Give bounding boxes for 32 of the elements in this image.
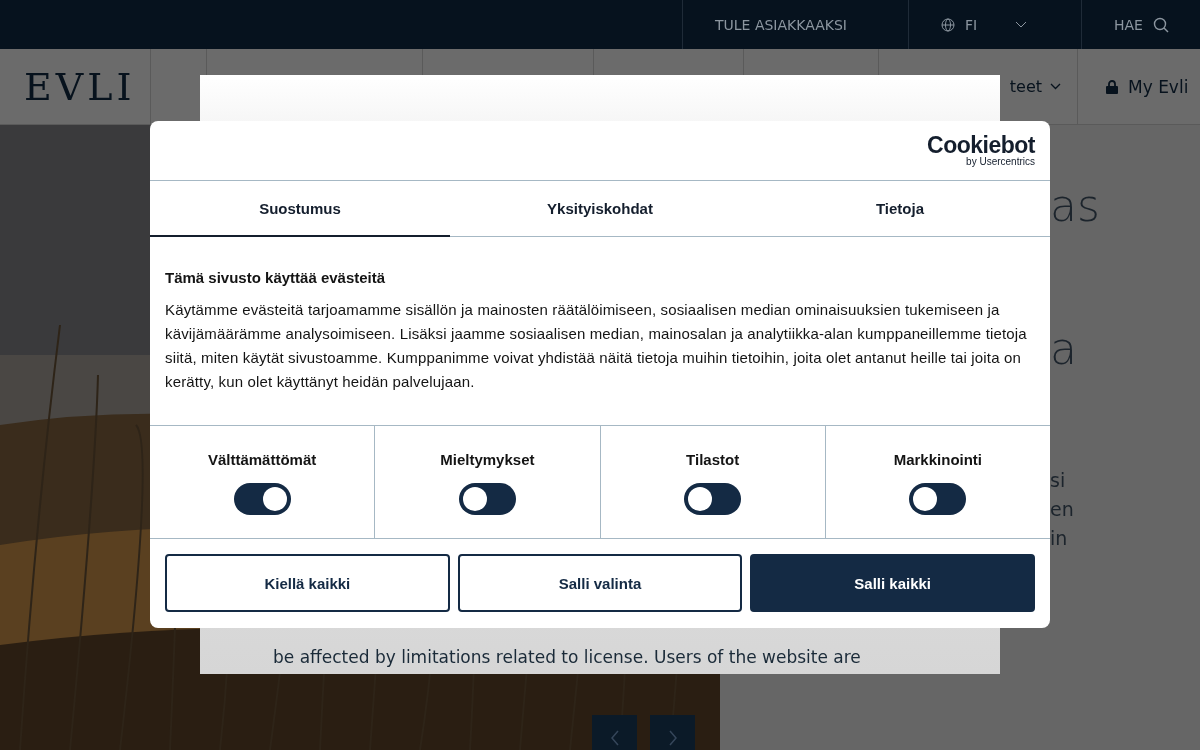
- tab[interactable]: Yksityiskohdat: [450, 181, 750, 237]
- hero-title: as: [1050, 180, 1101, 231]
- toggle-switch[interactable]: [684, 483, 742, 515]
- dialog-text: Käytämme evästeitä tarjoamamme sisällön ja mainosten räätälöimiseen, sosiaalisen median ominaisuuksien tukemiseen ja kävijämäärämme analysoimiseen. Lisäksi jaamme sosiaalisen median, mainosalan ja analytiikka-alan kumppaneillemme tietoja siitä, miten käytät sivustoamme. Kumppanimme voivat yhdistää näitä tietoja muihin tietoihin, joita olet antanut heille tai joita on kerätty, kun olet käyttänyt heidän palvelujaan.: [165, 300, 1028, 392]
- lock-icon: [1106, 79, 1118, 94]
- category-label: Välttämättömät: [207, 451, 317, 468]
- hero-title: a: [1050, 323, 1078, 374]
- notice-text: be affected by limitations related to license. Users of the website are: [273, 646, 862, 669]
- hero-text: si: [1050, 468, 1067, 493]
- chevron-down-icon: [1050, 83, 1061, 90]
- search-icon: [1152, 16, 1169, 33]
- toggle-switch[interactable]: [909, 483, 967, 515]
- choice-button[interactable]: Kiellä kaikki: [165, 554, 450, 612]
- dialog-heading: Tämä sivusto käyttää evästeitä: [165, 269, 387, 286]
- accept-button[interactable]: Salli kaikki: [750, 554, 1035, 612]
- tab[interactable]: Tietoja: [750, 181, 1050, 237]
- cookiebot-logo: Cookiebot by Usercentrics: [927, 134, 1035, 167]
- choice-button[interactable]: Salli valinta: [457, 554, 743, 612]
- chevron-right-icon: [667, 729, 678, 746]
- account-link[interactable]: My Evli: [1077, 49, 1200, 124]
- category-label: Markkinointi: [893, 451, 983, 468]
- logo[interactable]: EVLI: [0, 49, 150, 124]
- toggle-switch[interactable]: [233, 483, 291, 515]
- category-label: Tilastot: [686, 451, 740, 468]
- toggle-switch[interactable]: [458, 483, 516, 515]
- tab[interactable]: Suostumus: [150, 181, 450, 237]
- hero-text: in: [1050, 526, 1069, 551]
- chevron-down-icon: [1015, 20, 1028, 29]
- category-label: Mieltymykset: [440, 451, 535, 468]
- globe-icon: [941, 17, 955, 32]
- hero-text: en: [1050, 497, 1075, 522]
- chevron-left-icon: [609, 729, 620, 746]
